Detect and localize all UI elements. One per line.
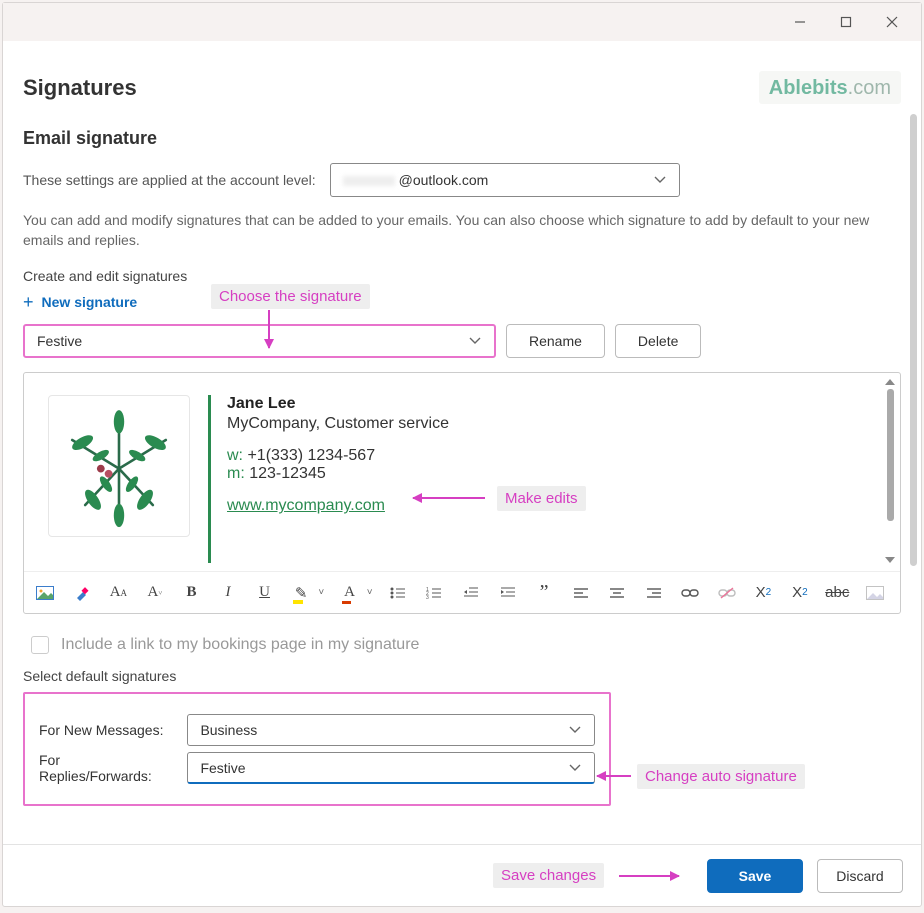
unlink-button[interactable] [716,580,739,606]
indent-button[interactable] [496,580,519,606]
callout-edits: Make edits [497,486,586,511]
insert-picture-button[interactable] [863,580,886,606]
align-right-button[interactable] [642,580,665,606]
chevron-down-icon [568,722,582,738]
footer: Save changes Save Discard [3,844,921,906]
highlight-button[interactable]: ✎ [290,580,313,606]
italic-button[interactable]: I [217,580,240,606]
account-dropdown[interactable]: @outlook.com [330,163,680,197]
callout-arrow [413,497,485,499]
bold-button[interactable]: B [180,580,203,606]
font-color-button[interactable]: A [338,580,361,606]
callout-auto: Change auto signature [637,764,805,789]
callout-arrow [619,875,679,877]
new-signature-button[interactable]: + New signature [23,294,137,310]
rename-button[interactable]: Rename [506,324,605,358]
font-size-up-icon[interactable]: AA [107,580,130,606]
underline-button[interactable]: U [253,580,276,606]
window-close-button[interactable] [869,6,915,38]
format-painter-icon[interactable] [71,580,94,606]
create-edit-label: Create and edit signatures [23,268,901,284]
align-center-button[interactable] [606,580,629,606]
outdent-button[interactable] [460,580,483,606]
page-title: Signatures [23,75,137,101]
default-reply-dropdown[interactable]: Festive [187,752,595,784]
svg-text:3: 3 [426,595,429,600]
chevron-down-icon [653,172,667,188]
default-reply-label: For Replies/Forwards: [39,752,173,784]
bookings-checkbox[interactable] [31,636,49,654]
insert-image-icon[interactable] [34,580,57,606]
signature-text[interactable]: Jane Lee MyCompany, Customer service w: … [208,395,449,563]
align-left-button[interactable] [569,580,592,606]
callout-arrow [597,775,631,777]
page-scrollbar[interactable] [910,112,917,844]
section-heading: Email signature [23,128,901,149]
chevron-down-icon [468,333,482,349]
callout-save: Save changes [493,863,604,888]
signatures-window: Signatures Ablebits.com Email signature … [2,2,922,907]
signature-editor[interactable]: Jane Lee MyCompany, Customer service w: … [23,372,901,614]
discard-button[interactable]: Discard [817,859,903,893]
defaults-heading: Select default signatures [23,668,901,684]
defaults-box: For New Messages: Business For Replies/F… [23,692,611,806]
save-button[interactable]: Save [707,859,803,893]
brand-logo: Ablebits.com [759,71,901,104]
format-toolbar: AA A˅ B I U ✎˅ A˅ 123 ” [24,571,900,613]
window-minimize-button[interactable] [777,6,823,38]
signature-image [48,395,190,537]
subscript-button[interactable]: X2 [789,580,812,606]
delete-button[interactable]: Delete [615,324,701,358]
strikethrough-button[interactable]: abc [825,580,849,606]
window-maximize-button[interactable] [823,6,869,38]
editor-scrollbar[interactable] [884,379,896,563]
font-size-down-icon[interactable]: A˅ [144,580,167,606]
signature-select[interactable]: Festive [23,324,496,358]
chevron-down-icon[interactable]: ˅ [367,587,373,598]
callout-arrow [268,310,270,348]
chevron-down-icon [568,760,582,776]
numbered-list-button[interactable]: 123 [423,580,446,606]
account-label: These settings are applied at the accoun… [23,172,316,188]
link-button[interactable] [679,580,702,606]
quote-button[interactable]: ” [533,580,556,606]
default-new-dropdown[interactable]: Business [187,714,595,746]
bookings-label: Include a link to my bookings page in my… [61,636,419,654]
content-scroll[interactable]: Email signature These settings are appli… [3,106,921,844]
callout-choose: Choose the signature [211,284,370,309]
plus-icon: + [23,295,34,309]
bullets-button[interactable] [387,580,410,606]
superscript-button[interactable]: X2 [752,580,775,606]
window-titlebar [3,3,921,41]
chevron-down-icon[interactable]: ˅ [318,587,324,598]
default-new-label: For New Messages: [39,722,173,738]
helper-text: You can add and modify signatures that c… [23,211,901,250]
